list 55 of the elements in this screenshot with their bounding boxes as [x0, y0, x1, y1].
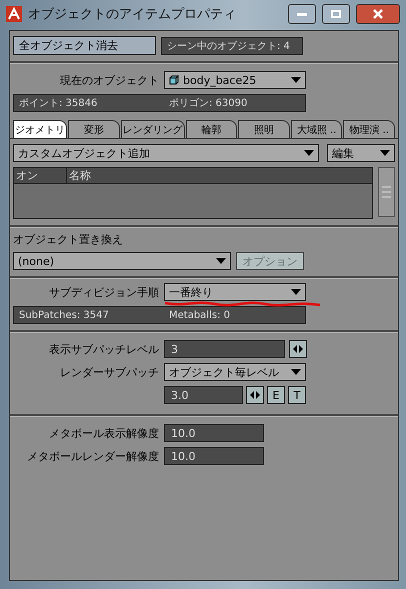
subpatch-count: SubPatches: 3547	[19, 310, 110, 320]
current-object-dropdown[interactable]: body_bace25	[164, 71, 306, 89]
dropdown-arrow-icon	[291, 369, 301, 375]
tab[interactable]: 大域照 ..	[290, 120, 342, 138]
replace-object-label: オブジェクト置き換え	[13, 232, 124, 247]
texture-button[interactable]: T	[288, 386, 306, 404]
maximize-icon	[331, 10, 341, 18]
render-subpatch-field[interactable]: 3.0	[164, 386, 243, 404]
spinner-button[interactable]	[289, 340, 307, 358]
dropdown-arrow-icon	[380, 150, 390, 156]
display-subpatch-field[interactable]: 3	[164, 340, 285, 358]
subdivision-order-label: サブディビジョン手順	[48, 284, 159, 300]
metaball-render-resolution-field[interactable]: 10.0	[164, 447, 264, 465]
left-right-arrows-icon	[250, 391, 260, 399]
grip-icon	[382, 185, 391, 199]
maximize-button[interactable]	[322, 4, 350, 24]
tab[interactable]: 輪郭	[186, 120, 238, 138]
tab[interactable]: 変形	[68, 120, 120, 138]
clear-all-objects-button[interactable]: 全オブジェクト消去	[13, 36, 156, 55]
custom-object-dropdown[interactable]: カスタムオブジェクト追加	[13, 144, 320, 162]
close-icon	[373, 9, 383, 19]
column-header: オン	[14, 168, 67, 183]
dropdown-arrow-icon	[216, 258, 226, 264]
tab[interactable]: レンダリング	[120, 120, 185, 138]
envelope-button[interactable]: E	[267, 386, 285, 404]
spinner-button[interactable]	[246, 386, 264, 404]
column-header: 名称	[68, 168, 92, 183]
window-title: オブジェクトのアイテムプロパティ	[28, 6, 237, 23]
subdivision-order-dropdown[interactable]: 一番終り	[164, 283, 306, 301]
tab[interactable]: ジオメトリ	[13, 120, 67, 138]
scene-object-count: シーン中のオブジェクト: 4	[161, 36, 303, 54]
edit-dropdown[interactable]: 編集	[327, 144, 395, 162]
metaball-render-resolution-label: メタボールレンダー解像度	[26, 448, 159, 464]
scrollbar[interactable]	[378, 167, 395, 217]
minimize-button[interactable]	[288, 4, 316, 24]
dropdown-arrow-icon	[304, 150, 314, 156]
replace-object-dropdown[interactable]: (none)	[13, 252, 231, 270]
metaball-count: Metaballs: 0	[169, 310, 230, 320]
tab[interactable]: 照明	[238, 120, 290, 138]
render-subpatch-label: レンダーサブパッチ	[59, 364, 159, 380]
metaball-display-resolution-field[interactable]: 10.0	[164, 424, 264, 442]
point-count: ポイント: 35846	[19, 97, 98, 110]
metaball-display-resolution-label: メタボール表示解像度	[48, 426, 159, 440]
close-button[interactable]	[356, 4, 400, 24]
current-object-label: 現在のオブジェクト	[59, 72, 159, 88]
minimize-icon	[297, 12, 307, 16]
left-right-arrows-icon	[293, 345, 303, 353]
dropdown-arrow-icon	[291, 289, 301, 295]
tab[interactable]: 物理演 ..	[343, 120, 395, 138]
app-logo-icon	[6, 6, 22, 22]
polygon-count: ポリゴン: 63090	[169, 97, 248, 110]
dropdown-arrow-icon	[291, 77, 301, 83]
render-subpatch-dropdown[interactable]: オブジェクト毎レベル	[164, 363, 306, 381]
display-subpatch-label: 表示サブパッチレベル	[48, 342, 159, 356]
cube-icon	[169, 75, 179, 85]
